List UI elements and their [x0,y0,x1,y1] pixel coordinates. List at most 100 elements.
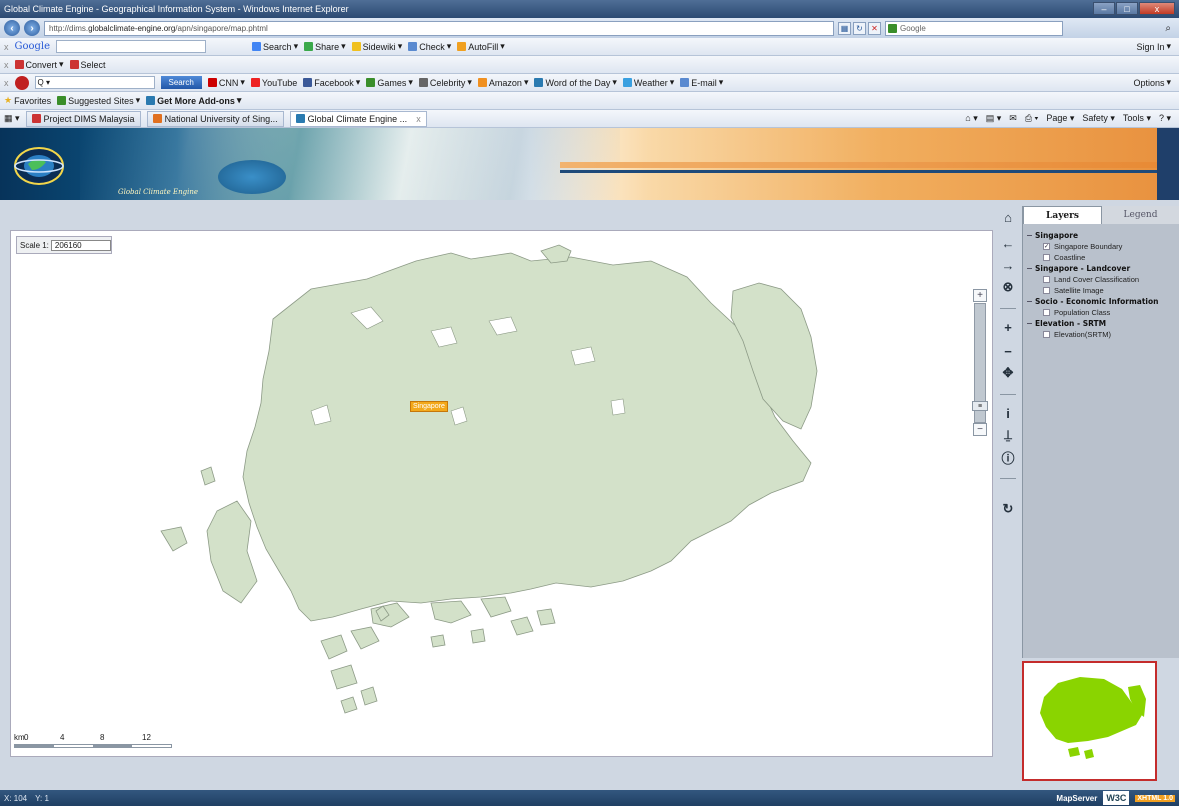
layer-group[interactable]: Singapore [1027,230,1175,241]
layer-item[interactable]: Land Cover Classification [1027,274,1175,285]
url-field[interactable]: http://dims. globalclimate-engine.org/apn… [44,20,834,36]
feeds-icon[interactable]: ▤ ▾ [986,113,1002,124]
tab-legend[interactable]: Legend [1102,206,1179,224]
suggested-sites-link[interactable]: Suggested Sites ▾ [57,95,140,106]
link-youtube[interactable]: YouTube [250,78,297,88]
scalebar: km 0 4 8 12 [14,733,184,748]
zoom-out-small-button[interactable]: − [973,423,987,436]
back-arrow-icon[interactable]: ← [999,234,1017,252]
zoom-in-icon[interactable]: + [999,318,1017,336]
link-celebrity[interactable]: Celebrity ▾ [418,77,472,88]
google-autofill-button[interactable]: AutoFill ▾ [457,41,505,52]
forward-arrow-icon[interactable]: → [999,256,1017,274]
tab-project-dims[interactable]: Project DIMS Malaysia [25,110,141,127]
link-word-of-the-day[interactable]: Word of the Day ▾ [534,77,617,88]
layer-group[interactable]: Singapore - Landcover [1027,263,1175,274]
browser-search-box[interactable]: Google [885,20,1063,36]
zoom-slider-handle[interactable]: ≡ [972,401,988,411]
toolbar-search-button[interactable]: Search [160,76,202,89]
google-search-button[interactable]: Search ▾ [252,41,298,52]
layer-group[interactable]: Socio - Economic Information [1027,296,1175,307]
pan-icon[interactable]: ✥ [999,364,1017,382]
safety-menu[interactable]: Safety ▾ [1082,113,1115,124]
layer-item[interactable]: Satellite Image [1027,285,1175,296]
checkbox[interactable] [1043,331,1050,338]
zoom-out-icon[interactable]: − [999,342,1017,360]
google-search-input[interactable] [56,40,207,53]
scale-label: Scale 1: [20,240,49,250]
link-games[interactable]: Games ▾ [366,77,413,88]
cursor-x-readout: X: 104 [4,793,28,803]
checkbox[interactable] [1043,287,1050,294]
map-canvas[interactable] [10,230,993,757]
link-weather[interactable]: Weather ▾ [622,77,674,88]
compat-view-icon[interactable]: ▦ [838,21,851,35]
tools-menu[interactable]: Tools ▾ [1123,113,1151,124]
layer-item[interactable]: Elevation(SRTM) [1027,329,1175,340]
checkbox-checked[interactable]: ✓ [1043,243,1050,250]
w3c-badge[interactable]: W3C [1103,791,1130,805]
google-check-button[interactable]: Check ▾ [408,41,451,52]
tab-nus[interactable]: National University of Sing... [146,110,284,127]
map-city-label[interactable]: Singapore [410,401,448,412]
home-icon[interactable]: ⌂ [999,208,1017,226]
full-extent-icon[interactable]: ⊗ [999,278,1017,296]
checkbox[interactable] [1043,254,1050,261]
link-email[interactable]: E-mail ▾ [680,77,723,88]
layer-item[interactable]: ✓ Singapore Boundary [1027,241,1175,252]
back-icon[interactable]: ‹ [4,20,20,36]
tab-global-climate-engine[interactable]: Global Climate Engine ... x [289,110,427,127]
zoom-in-small-button[interactable]: + [973,289,987,302]
close-window-button[interactable]: x [1139,2,1175,15]
convert-button[interactable]: Convert ▾ [14,59,64,70]
identify-point-icon[interactable]: ⍊ [999,426,1017,444]
singapore-map[interactable] [11,231,994,758]
options-button[interactable]: Options ▾ [1133,77,1171,88]
search-provider-icon [888,23,897,33]
link-cnn[interactable]: CNN ▾ [207,77,245,88]
layer-group[interactable]: Elevation - SRTM [1027,318,1175,329]
search-icon[interactable]: ⌕ [1165,23,1171,34]
link-amazon[interactable]: Amazon ▾ [477,77,528,88]
close-toolbar-icon[interactable]: x [4,78,9,88]
close-toolbar-icon[interactable]: x [4,60,9,70]
status-bar: X: 104 Y: 1 MapServer W3C XHTML 1.0 [0,790,1179,806]
mail-icon[interactable]: ✉ [1009,113,1017,124]
google-sidewiki-button[interactable]: Sidewiki ▾ [351,41,402,52]
xhtml-badge[interactable]: XHTML 1.0 [1135,794,1175,802]
forward-icon[interactable]: › [24,20,40,36]
refresh-icon[interactable]: ↻ [853,21,866,35]
sign-in-button[interactable]: Sign In ▾ [1136,41,1171,52]
main-island [242,252,812,622]
home-command-icon[interactable]: ⌂ ▾ [965,113,977,124]
zoom-slider[interactable]: + ≡ − [972,289,988,437]
select-button[interactable]: Select [69,60,106,70]
checkbox[interactable] [1043,309,1050,316]
tab-layers[interactable]: Layers [1023,206,1102,224]
page-menu[interactable]: Page ▾ [1046,113,1074,124]
favorites-button[interactable]: ★ Favorites [4,95,51,106]
southern-island-8 [360,686,378,706]
refresh-map-icon[interactable]: ↻ [999,500,1017,518]
scale-value-field[interactable]: 206160 [50,239,111,251]
mapserver-badge[interactable]: MapServer [1056,794,1097,803]
overview-map[interactable] [1022,661,1157,781]
print-icon[interactable]: ⎙ ▾ [1025,113,1038,124]
minimize-button[interactable]: – [1093,2,1115,15]
maximize-button[interactable]: □ [1116,2,1138,15]
layer-item[interactable]: Population Class [1027,307,1175,318]
quick-tabs-icon[interactable]: ▦ ▾ [4,113,20,124]
layer-item[interactable]: Coastline [1027,252,1175,263]
stop-icon[interactable]: ✕ [868,21,881,35]
info-icon[interactable]: ⓘ [999,448,1017,466]
checkbox[interactable] [1043,276,1050,283]
identify-icon[interactable]: i [999,404,1017,422]
close-toolbar-icon[interactable]: x [4,42,9,52]
get-addons-link[interactable]: Get More Add-ons ▾ [146,95,241,106]
help-icon[interactable]: ? ▾ [1159,113,1171,124]
google-share-button[interactable]: Share ▾ [304,41,346,52]
link-facebook[interactable]: Facebook ▾ [303,77,360,88]
toolbar-search-input[interactable]: Q ▾ [34,76,155,89]
window-titlebar: Global Climate Engine - Geographical Inf… [0,0,1179,18]
scalebar-tick: 8 [100,733,105,742]
